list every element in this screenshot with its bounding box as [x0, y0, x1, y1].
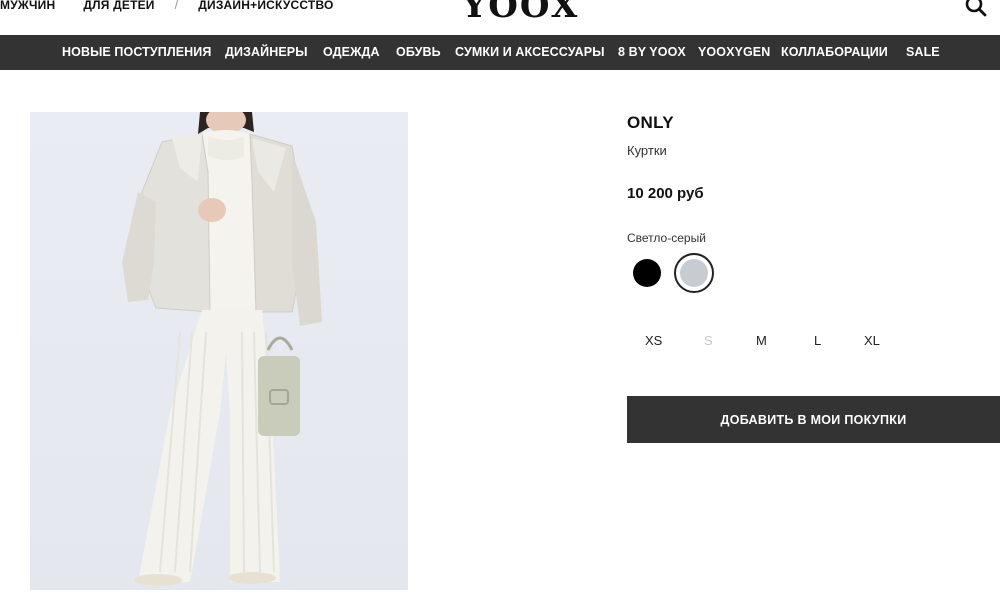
nav-item-yooxygen[interactable]: YOOXYGEN: [698, 45, 770, 59]
product-category: Куртки: [627, 143, 667, 158]
nav-item-new-arrivals[interactable]: НОВЫЕ ПОСТУПЛЕНИЯ: [62, 45, 211, 59]
top-link-men[interactable]: МУЖЧИН: [0, 0, 55, 12]
nav-item-sale[interactable]: SALE: [906, 45, 940, 59]
top-links: МУЖЧИН ДЛЯ ДЕТЕЙ / ДИЗАЙН+ИСКУССТВО: [0, 0, 334, 12]
size-option-s: S: [704, 333, 713, 348]
size-option-l[interactable]: L: [814, 333, 821, 348]
site-logo[interactable]: YOOX: [462, 0, 579, 26]
size-option-xl[interactable]: XL: [864, 333, 880, 348]
nav-item-bags-accessories[interactable]: СУМКИ И АКСЕССУАРЫ: [455, 45, 605, 59]
product-price: 10 200 руб: [627, 185, 704, 202]
main-nav: НОВЫЕ ПОСТУПЛЕНИЯ ДИЗАЙНЕРЫ ОДЕЖДА ОБУВЬ…: [0, 35, 1000, 70]
top-link-kids[interactable]: ДЛЯ ДЕТЕЙ: [83, 0, 154, 12]
size-option-xs[interactable]: XS: [645, 333, 662, 348]
add-to-cart-button[interactable]: ДОБАВИТЬ В МОИ ПОКУПКИ: [627, 396, 1000, 443]
top-link-design-art[interactable]: ДИЗАЙН+ИСКУССТВО: [198, 0, 333, 12]
color-swatch-black[interactable]: [633, 259, 661, 287]
nav-item-designers[interactable]: ДИЗАЙНЕРЫ: [225, 45, 308, 59]
product-image[interactable]: [30, 112, 408, 590]
nav-item-collaborations[interactable]: КОЛЛАБОРАЦИИ: [781, 45, 888, 59]
nav-item-8-by-yoox[interactable]: 8 BY YOOX: [618, 45, 686, 59]
nav-item-shoes[interactable]: ОБУВЬ: [396, 45, 441, 59]
selected-color-label: Светло-серый: [627, 231, 706, 245]
product-illustration: [122, 112, 322, 586]
size-option-m[interactable]: M: [756, 333, 767, 348]
search-icon[interactable]: [964, 0, 988, 18]
color-swatch-light-grey[interactable]: [674, 253, 714, 293]
top-links-separator: /: [174, 0, 179, 12]
nav-item-clothing[interactable]: ОДЕЖДА: [323, 45, 380, 59]
product-brand[interactable]: ONLY: [627, 113, 674, 133]
top-header: МУЖЧИН ДЛЯ ДЕТЕЙ / ДИЗАЙН+ИСКУССТВО YOOX: [0, 0, 1000, 34]
color-swatch-light-grey-fill: [680, 259, 708, 287]
